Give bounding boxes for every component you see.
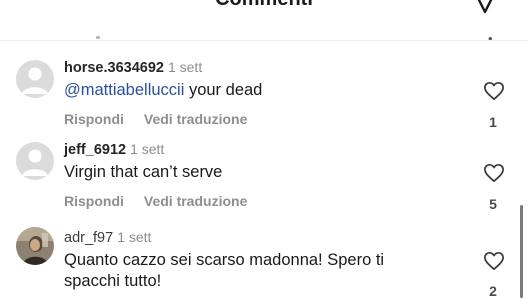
comment-actions: Rispondi Vedi traduzione [64, 111, 247, 127]
avatar[interactable] [16, 227, 54, 265]
timestamp: 1 sett [130, 141, 165, 157]
user-mention[interactable]: @mattiabelluccii [64, 81, 184, 99]
comments-header: Commenti [0, 0, 528, 30]
default-user-avatar [22, 149, 48, 176]
pencil-icon[interactable] [472, 0, 498, 16]
translate-button[interactable]: Vedi traduzione [144, 193, 247, 209]
avatar[interactable] [16, 142, 54, 180]
default-user-avatar [22, 67, 48, 94]
cut-off-like-count: • [488, 31, 493, 46]
comment-actions: Rispondi Vedi traduzione [64, 193, 247, 209]
comment-meta: adr_f97 1 sett [64, 229, 151, 246]
username[interactable]: jeff_6912 [64, 142, 126, 158]
timestamp: 1 sett [167, 59, 203, 75]
like-count: 5 [489, 196, 497, 212]
reply-button[interactable]: Rispondi [64, 193, 124, 209]
header-divider [0, 40, 528, 41]
heart-outline-icon[interactable] [483, 163, 505, 183]
reply-button[interactable]: Rispondi [64, 111, 124, 127]
comment-text: Quanto cazzo sei scarso madonna! Spero t… [64, 250, 384, 292]
username[interactable]: adr_f97 [64, 230, 113, 246]
username[interactable]: horse.3634692 [64, 60, 164, 76]
user-photo-avatar [16, 227, 54, 265]
comment-meta: jeff_6912 1 sett [64, 141, 164, 158]
comment-text: Virgin that can’t serve [64, 163, 223, 181]
heart-outline-icon[interactable] [483, 251, 505, 271]
avatar[interactable] [16, 60, 54, 98]
scrollbar[interactable] [520, 205, 523, 298]
timestamp: 1 sett [117, 229, 152, 245]
page-title: Commenti [0, 0, 528, 11]
comment-meta: horse.3634692 1 sett [64, 59, 202, 76]
like-count: 1 [489, 114, 497, 130]
cut-off-content [96, 36, 100, 39]
translate-button[interactable]: Vedi traduzione [144, 111, 247, 127]
comment-body: your dead [184, 81, 263, 99]
comment-text: @mattiabelluccii your dead [64, 80, 262, 101]
heart-outline-icon[interactable] [483, 81, 505, 101]
comment-text-line: Quanto cazzo sei scarso madonna! Spero t… [64, 251, 385, 269]
like-count: 2 [489, 283, 497, 299]
comment-text-line: spacchi tutto! [64, 272, 162, 290]
